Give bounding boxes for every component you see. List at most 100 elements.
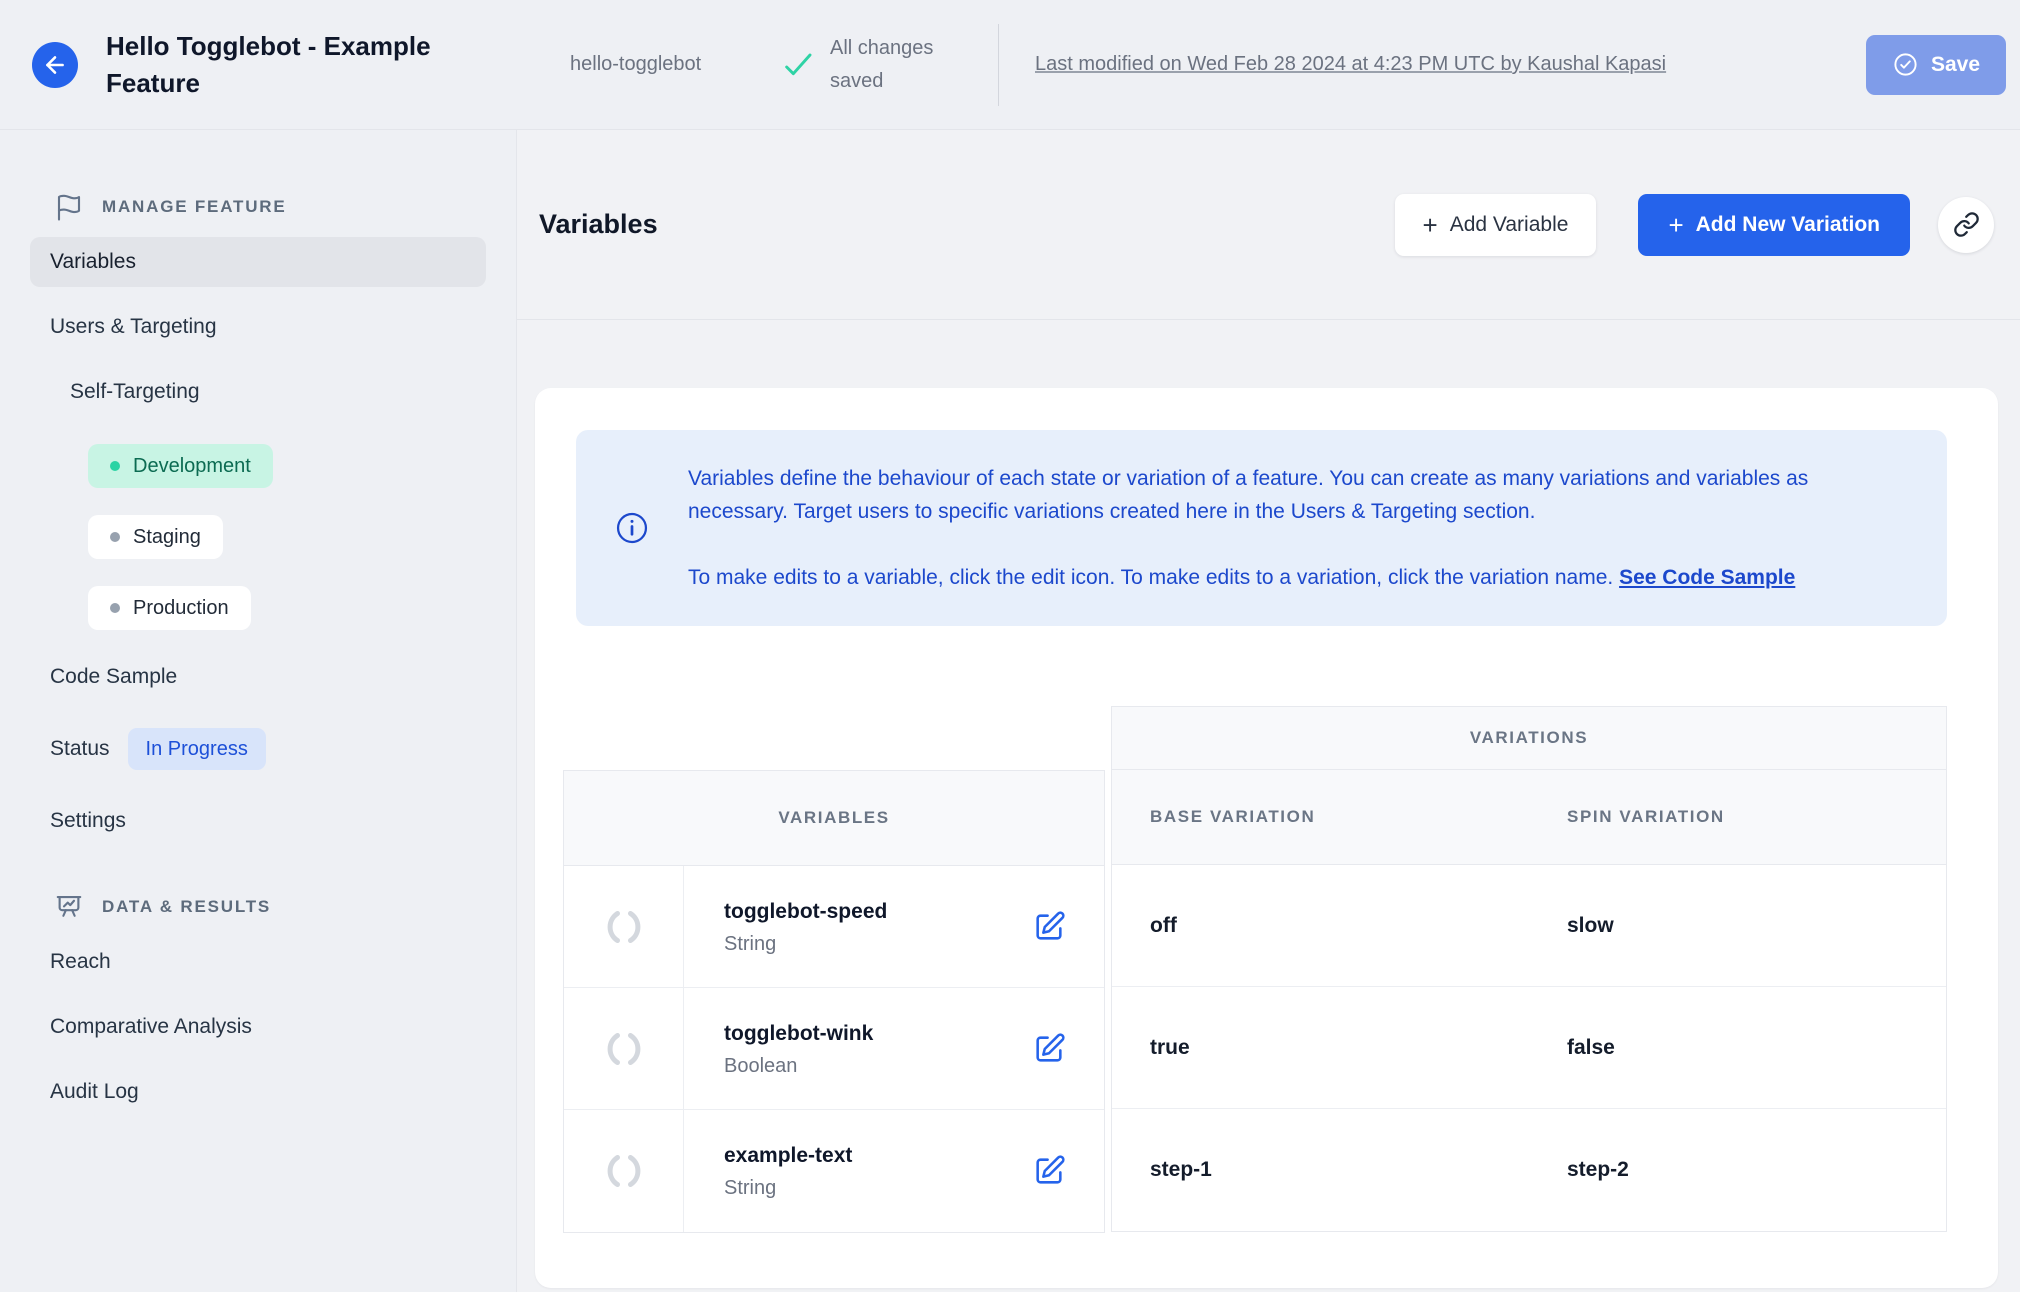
flag-icon: [54, 192, 84, 222]
main-layout: MANAGE FEATURE Variables Users & Targeti…: [0, 130, 2020, 1292]
variable-name: example-text: [724, 1144, 853, 1167]
variable-name: togglebot-speed: [724, 899, 888, 923]
edit-variable-button[interactable]: [1028, 906, 1070, 948]
feature-key: hello-togglebot: [570, 53, 702, 75]
section-title: Variables: [539, 209, 658, 239]
edit-icon: [1032, 910, 1066, 944]
sidebar-item-settings[interactable]: Settings: [30, 796, 486, 846]
top-header: Hello Togglebot - Example Feature hello-…: [0, 0, 2020, 130]
arrow-left-icon: [42, 52, 68, 78]
environment-label: Staging: [133, 526, 201, 548]
sidebar-item-users-targeting[interactable]: Users & Targeting: [30, 302, 486, 352]
table-row: true false: [1112, 987, 1946, 1109]
base-variation-value: off: [1150, 913, 1177, 937]
save-button-label: Save: [1930, 52, 1980, 76]
manage-feature-section-header: MANAGE FEATURE: [30, 192, 486, 222]
environment-row-development: Development: [88, 444, 486, 488]
spinner-icon: [601, 1026, 647, 1072]
info-icon-wrap: [576, 510, 688, 546]
variation-values-body: off slow true false step-1 step-2: [1111, 865, 1947, 1232]
check-circle-icon: [1892, 51, 1919, 78]
edit-variable-button[interactable]: [1028, 1150, 1070, 1192]
variable-name: togglebot-wink: [724, 1021, 874, 1045]
save-button[interactable]: Save: [1865, 34, 2006, 95]
variable-type-cell: [564, 866, 684, 987]
table-row: example-text String: [564, 1110, 1104, 1232]
spin-variation-value: step-2: [1567, 1158, 1629, 1181]
sidebar-item-audit-log[interactable]: Audit Log: [30, 1067, 486, 1117]
environment-dot-icon: [110, 603, 120, 613]
environment-badge-production[interactable]: Production: [88, 586, 251, 630]
sidebar-item-variables[interactable]: Variables: [30, 237, 486, 287]
variable-name-cell: example-text String: [684, 1110, 1104, 1232]
info-text: Variables define the behaviour of each s…: [688, 462, 1857, 594]
sidebar-item-reach[interactable]: Reach: [30, 937, 486, 987]
environment-label: Development: [133, 455, 251, 477]
content-area: Variables + Add Variable + Add New Varia…: [517, 130, 2020, 1292]
table-row: togglebot-speed String: [564, 866, 1104, 988]
spinner-icon: [601, 1148, 647, 1194]
last-modified-link[interactable]: Last modified on Wed Feb 28 2024 at 4:23…: [1035, 48, 1666, 81]
plus-icon: +: [1668, 209, 1684, 240]
info-paragraph-2: To make edits to a variable, click the e…: [688, 561, 1857, 594]
variable-info: togglebot-wink Boolean: [724, 1020, 873, 1078]
environment-badge-development[interactable]: Development: [88, 444, 273, 488]
table-left-section: VARIABLES togglebot-speed String toggleb…: [563, 706, 1105, 1233]
table-row: step-1 step-2: [1112, 1109, 1946, 1231]
environment-badge-staging[interactable]: Staging: [88, 515, 223, 559]
manage-feature-section-label: MANAGE FEATURE: [102, 197, 287, 216]
header-divider: [998, 23, 999, 106]
environment-dot-icon: [110, 461, 120, 471]
variables-toolbar: Variables + Add Variable + Add New Varia…: [517, 130, 2020, 320]
sidebar: MANAGE FEATURE Variables Users & Targeti…: [0, 130, 517, 1292]
variable-type: String: [724, 932, 777, 955]
data-results-section-label: DATA & RESULTS: [102, 897, 272, 916]
spin-variation-value: slow: [1567, 913, 1614, 937]
copy-link-button[interactable]: [1938, 196, 1994, 253]
variable-info: togglebot-speed String: [724, 898, 887, 956]
base-variation-label: BASE VARIATION: [1150, 807, 1316, 826]
see-code-sample-link[interactable]: See Code Sample: [1619, 566, 1795, 589]
base-variation-value: step-1: [1150, 1158, 1212, 1181]
spin-variation-label: SPIN VARIATION: [1567, 807, 1725, 826]
spin-variation-header[interactable]: SPIN VARIATION: [1529, 770, 1946, 864]
variable-info: example-text String: [724, 1142, 852, 1200]
back-button[interactable]: [32, 41, 78, 88]
check-icon: [782, 49, 814, 81]
sidebar-item-self-targeting[interactable]: Self-Targeting: [30, 367, 486, 417]
variable-type-cell: [564, 988, 684, 1109]
environment-label: Production: [133, 597, 229, 619]
sidebar-item-status[interactable]: Status In Progress: [30, 717, 486, 781]
add-new-variation-label: Add New Variation: [1695, 212, 1880, 236]
table-variations-section: VARIATIONS BASE VARIATION SPIN VARIATION: [1111, 706, 1947, 1233]
toolbar-actions: + Add Variable + Add New Variation: [1394, 193, 1994, 256]
status-label: Status: [50, 737, 110, 760]
presentation-chart-icon: [54, 892, 84, 922]
variables-card: Variables define the behaviour of each s…: [535, 388, 1998, 1288]
sidebar-item-code-sample[interactable]: Code Sample: [30, 652, 486, 702]
base-variation-header[interactable]: BASE VARIATION: [1112, 770, 1529, 864]
variable-name-cell: togglebot-speed String: [684, 866, 1104, 987]
variables-table: VARIABLES togglebot-speed String toggleb…: [563, 706, 1947, 1233]
sidebar-item-comparative-analysis[interactable]: Comparative Analysis: [30, 1002, 486, 1052]
variables-header-label: VARIABLES: [778, 808, 890, 827]
environment-row-staging: Staging: [88, 515, 486, 559]
info-paragraph-1: Variables define the behaviour of each s…: [688, 467, 1809, 523]
save-status-text: All changes saved: [830, 36, 934, 92]
variation-column-headers: BASE VARIATION SPIN VARIATION: [1111, 770, 1947, 865]
variations-header-label: VARIATIONS: [1469, 728, 1589, 747]
app-root: Hello Togglebot - Example Feature hello-…: [0, 0, 2020, 1292]
info-box: Variables define the behaviour of each s…: [576, 430, 1947, 626]
add-new-variation-button[interactable]: + Add New Variation: [1638, 193, 1910, 256]
table-left-body: VARIABLES togglebot-speed String toggleb…: [563, 770, 1105, 1233]
variable-type-cell: [564, 1110, 684, 1232]
base-variation-value: true: [1150, 1035, 1190, 1059]
info-icon: [614, 510, 650, 546]
spinner-icon: [601, 904, 647, 950]
status-badge: In Progress: [127, 728, 266, 770]
edit-variable-button[interactable]: [1028, 1028, 1070, 1070]
variable-type: Boolean: [724, 1054, 798, 1077]
edit-icon: [1032, 1032, 1066, 1066]
variable-name-cell: togglebot-wink Boolean: [684, 988, 1104, 1109]
add-variable-button[interactable]: + Add Variable: [1394, 193, 1597, 256]
